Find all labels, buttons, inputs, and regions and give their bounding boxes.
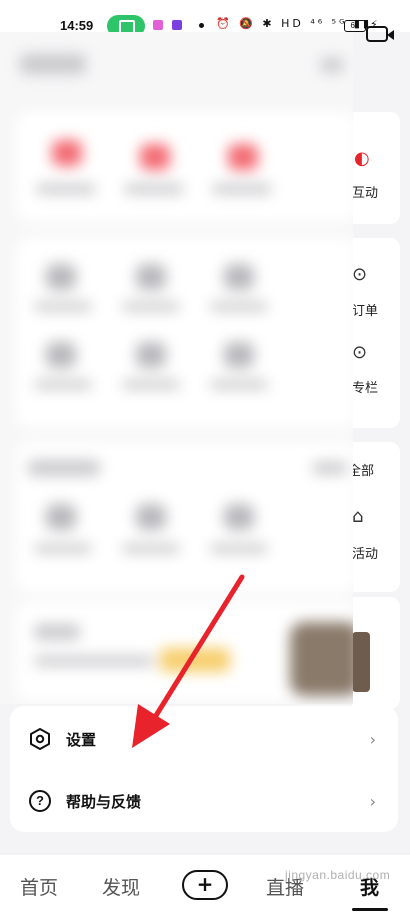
interaction-icon: ◐ [354,148,370,169]
blurred-text [210,380,268,389]
blurred-text [212,184,272,194]
settings-hexagon-icon [30,728,50,750]
blurred-text [122,380,180,389]
blurred-text [20,54,86,74]
blurred-icon [46,504,76,530]
blurred-text [34,302,92,311]
activity-icon: ⌂ [352,506,364,527]
help-feedback-label: 帮助与反馈 [66,792,142,811]
active-tab-indicator [352,908,388,911]
blurred-icon [224,342,254,368]
blurred-icon [224,504,254,530]
blurred-icon [224,264,254,290]
blurred-text [34,624,80,640]
blurred-text [210,302,268,311]
blurred-text [124,184,184,194]
settings-label: 设置 [66,730,97,749]
blurred-text [34,656,154,666]
blurred-text [28,460,100,476]
help-question-icon: ? [29,790,51,812]
blurred-drawer-content [0,32,353,704]
blurred-photo [290,622,353,696]
battery-icon: 61 [344,20,366,32]
settings-menu-item[interactable]: 设置 › [10,708,398,770]
column-label[interactable]: 专栏 [352,377,378,396]
order-icon: ⊙ [352,264,368,285]
tab-discover[interactable]: 发现 [102,873,140,900]
blurred-card [16,112,353,222]
blurred-icon [46,342,76,368]
blurred-icon [52,140,82,166]
interaction-label[interactable]: 互动 [352,182,378,201]
app-notification-icon [153,20,163,30]
status-time: 14:59 [60,18,94,33]
bottom-tab-bar: 首页 发现 + 直播 我 [0,855,410,914]
blurred-text [34,380,92,389]
blurred-text [36,184,96,194]
chevron-right-icon: › [369,729,376,749]
blurred-icon [136,342,166,368]
menu-sheet: 设置 › ? 帮助与反馈 › [10,706,398,832]
blurred-icon [46,264,76,290]
blurred-icon [136,504,166,530]
promo-photo [352,632,370,692]
blurred-text [320,58,344,72]
blurred-icon [136,264,166,290]
notification-dot-icon [199,23,204,28]
blurred-text [34,544,92,553]
blurred-text [210,544,268,553]
order-label[interactable]: 订单 [352,300,378,319]
app-notification-icon [172,20,182,30]
column-icon: ⊙ [352,342,368,363]
blurred-icon [140,144,170,170]
blurred-icon [228,144,258,170]
side-drawer [0,32,353,704]
camera-icon[interactable] [366,26,394,42]
blurred-text [122,302,180,311]
watermark: jingyan.baidu.com [285,868,391,882]
status-bar: 14:59 ⏰ 🔕 ✱ HD ⁴⁶ ⁵ᴳ ▮▮ 61 ⚡ [0,0,410,37]
activity-label[interactable]: 活动 [352,543,378,562]
help-feedback-menu-item[interactable]: ? 帮助与反馈 › [10,770,398,832]
create-post-button[interactable]: + [182,870,228,900]
chevron-right-icon: › [369,791,376,811]
blurred-button [160,648,230,672]
blurred-text [122,544,180,553]
tab-home[interactable]: 首页 [20,873,58,900]
blurred-text [312,462,348,474]
